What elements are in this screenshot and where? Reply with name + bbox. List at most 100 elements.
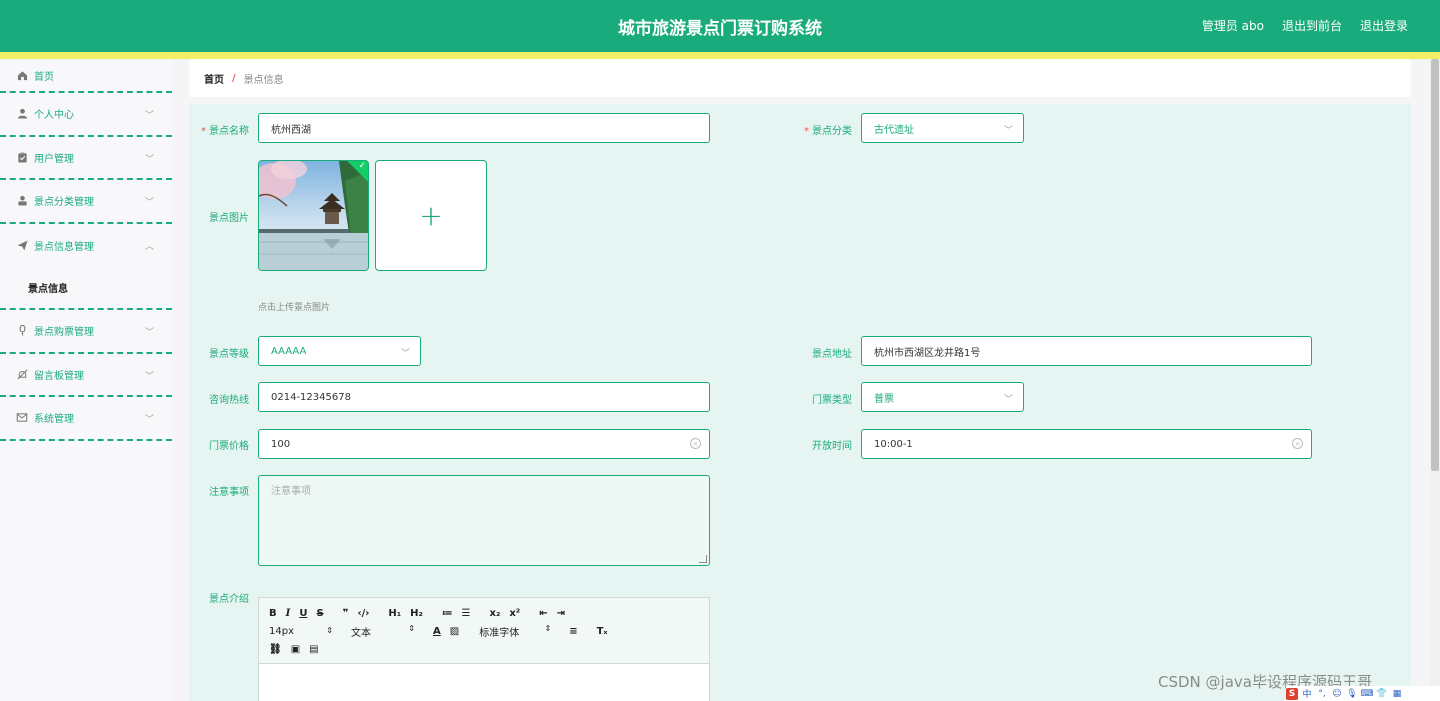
- superscript-button[interactable]: x²: [509, 608, 520, 619]
- current-user: 管理员 abo: [1201, 19, 1264, 33]
- uploaded-image-thumbnail[interactable]: ✓: [258, 160, 369, 271]
- address-label: 景点地址: [812, 349, 852, 360]
- submenu-item-label: 景点信息: [28, 284, 68, 295]
- sidebar-item-label: 首页: [34, 71, 54, 83]
- sidebar-item-category-management[interactable]: 景点分类管理 ﹀: [0, 180, 172, 224]
- mail-icon: [16, 412, 28, 424]
- sidebar-item-user-management[interactable]: 用户管理 ﹀: [0, 137, 172, 180]
- underline-button[interactable]: U: [299, 608, 307, 619]
- font-size-select[interactable]: 14px ⇕: [269, 626, 333, 637]
- exit-to-front-link[interactable]: 退出到前台: [1282, 17, 1342, 34]
- clear-icon[interactable]: ×: [690, 438, 701, 449]
- bell-off-icon: [16, 368, 28, 380]
- italic-button[interactable]: I: [286, 608, 291, 619]
- user-icon: [16, 108, 28, 120]
- heading1-button[interactable]: H₁: [388, 608, 401, 619]
- submenu-item-scenic-info[interactable]: 景点信息: [0, 267, 172, 310]
- ticket-type-select[interactable]: 普票 ﹀: [861, 382, 1024, 412]
- chevron-up-icon: ︿: [144, 241, 154, 252]
- blockquote-icon[interactable]: ❞: [343, 608, 349, 619]
- font-color-icon[interactable]: A: [433, 626, 441, 637]
- home-icon: [16, 69, 28, 81]
- ticket-type-label: 门票类型: [812, 395, 852, 406]
- clear-icon[interactable]: ×: [1292, 438, 1303, 449]
- breadcrumb-separator: /: [232, 72, 236, 84]
- updown-icon: ⇕: [408, 623, 415, 633]
- sidebar: 首页 个人中心 ﹀ 用户管理 ﹀ 景点分类管理 ﹀ 景点信息管理 ︿ 景点信息: [0, 59, 172, 701]
- chevron-down-icon: ﹀: [1003, 395, 1013, 405]
- price-input[interactable]: 100 ×: [258, 429, 710, 459]
- text-type-select[interactable]: 文本 ⇕: [351, 624, 415, 639]
- address-input[interactable]: 杭州市西湖区龙井路1号: [861, 336, 1312, 366]
- keyboard-icon[interactable]: ⌨: [1361, 688, 1374, 700]
- punctuation-icon[interactable]: °,: [1316, 688, 1328, 700]
- breadcrumb-home[interactable]: 首页: [204, 71, 224, 86]
- add-image-button[interactable]: +: [375, 160, 487, 271]
- notes-textarea[interactable]: 注意事项: [258, 475, 710, 566]
- sidebar-item-home[interactable]: 首页: [0, 59, 172, 93]
- sidebar-item-label: 系统管理: [34, 414, 74, 426]
- ime-language-indicator[interactable]: 中: [1301, 688, 1313, 700]
- sidebar-item-message-board[interactable]: 留言板管理 ﹀: [0, 354, 172, 397]
- strikethrough-button[interactable]: S: [316, 608, 323, 619]
- sidebar-item-label: 用户管理: [34, 153, 74, 165]
- editor-content-area[interactable]: [259, 664, 709, 701]
- chevron-down-icon: ﹀: [400, 349, 410, 359]
- notes-label: 注意事项: [209, 487, 249, 498]
- send-icon: [16, 239, 28, 251]
- heading2-button[interactable]: H₂: [410, 608, 423, 619]
- level-select[interactable]: AAAAA ﹀: [258, 336, 421, 366]
- logout-link[interactable]: 退出登录: [1360, 17, 1408, 34]
- menu-icon[interactable]: ▦: [1391, 688, 1403, 700]
- open-time-input[interactable]: 10:00-1 ×: [861, 429, 1312, 459]
- sidebar-item-label: 景点分类管理: [34, 197, 94, 209]
- bullet-list-icon[interactable]: ☰: [462, 608, 471, 619]
- sidebar-item-label: 景点信息管理: [34, 241, 94, 253]
- clipboard-icon: [16, 151, 28, 163]
- open-time-label: 开放时间: [812, 441, 852, 452]
- code-icon[interactable]: ‹/›: [358, 608, 370, 619]
- shirt-icon[interactable]: 👕: [1376, 688, 1388, 700]
- editor-toolbar: B I U S ❞ ‹/› H₁ H₂ ≔ ☰ x₂ x² ⇤ ⇥ 14px ⇕ …: [259, 598, 709, 664]
- plus-icon: +: [419, 199, 443, 232]
- person-icon: [16, 195, 28, 207]
- font-family-select[interactable]: 标准字体 ⇕: [479, 624, 551, 639]
- sidebar-item-label: 留言板管理: [34, 370, 84, 382]
- scrollbar-thumb[interactable]: [1431, 59, 1439, 471]
- check-icon: ✓: [358, 161, 366, 171]
- clear-format-icon[interactable]: Tₓ: [597, 626, 608, 637]
- category-label: * 景点分类: [804, 126, 852, 137]
- category-select[interactable]: 古代遗址 ﹀: [861, 113, 1024, 143]
- hotline-input[interactable]: 0214-12345678: [258, 382, 710, 412]
- chevron-down-icon: ﹀: [144, 111, 154, 121]
- align-icon[interactable]: ≡: [569, 626, 577, 637]
- chevron-down-icon: ﹀: [144, 154, 154, 165]
- emoji-icon[interactable]: ☺: [1331, 688, 1343, 700]
- chevron-down-icon: ﹀: [144, 198, 154, 208]
- video-icon[interactable]: ▤: [309, 644, 318, 655]
- microphone-icon[interactable]: 🎙: [1346, 688, 1358, 700]
- sogou-ime-icon[interactable]: S: [1286, 687, 1298, 700]
- system-tray: S 中 °, ☺ 🎙 ⌨ 👕 ▦: [1286, 686, 1440, 701]
- indent-icon[interactable]: ⇥: [557, 608, 565, 619]
- name-input[interactable]: 杭州西湖: [258, 113, 710, 143]
- sidebar-item-personal-center[interactable]: 个人中心 ﹀: [0, 93, 172, 137]
- header-actions: 管理员 abo 退出到前台 退出登录: [1202, 17, 1408, 34]
- ordered-list-icon[interactable]: ≔: [442, 608, 453, 619]
- link-icon[interactable]: ⛓: [269, 644, 282, 655]
- sidebar-item-info-management[interactable]: 景点信息管理 ︿: [0, 224, 172, 268]
- sidebar-item-system-management[interactable]: 系统管理 ﹀: [0, 397, 172, 441]
- chevron-down-icon: ﹀: [144, 415, 154, 425]
- sidebar-item-ticket-management[interactable]: 景点购票管理 ﹀: [0, 310, 172, 354]
- resize-handle[interactable]: [699, 555, 707, 563]
- background-color-icon[interactable]: ▨: [450, 626, 459, 637]
- sidebar-item-label: 景点购票管理: [34, 327, 94, 339]
- sidebar-item-label: 个人中心: [34, 110, 74, 122]
- subscript-button[interactable]: x₂: [490, 608, 501, 619]
- outdent-icon[interactable]: ⇤: [539, 608, 547, 619]
- image-icon[interactable]: ▣: [291, 644, 300, 655]
- bold-button[interactable]: B: [269, 608, 277, 619]
- page-scrollbar[interactable]: [1430, 59, 1440, 701]
- chevron-down-icon: ﹀: [144, 328, 154, 338]
- top-header: 城市旅游景点门票订购系统 管理员 abo 退出到前台 退出登录: [0, 0, 1440, 52]
